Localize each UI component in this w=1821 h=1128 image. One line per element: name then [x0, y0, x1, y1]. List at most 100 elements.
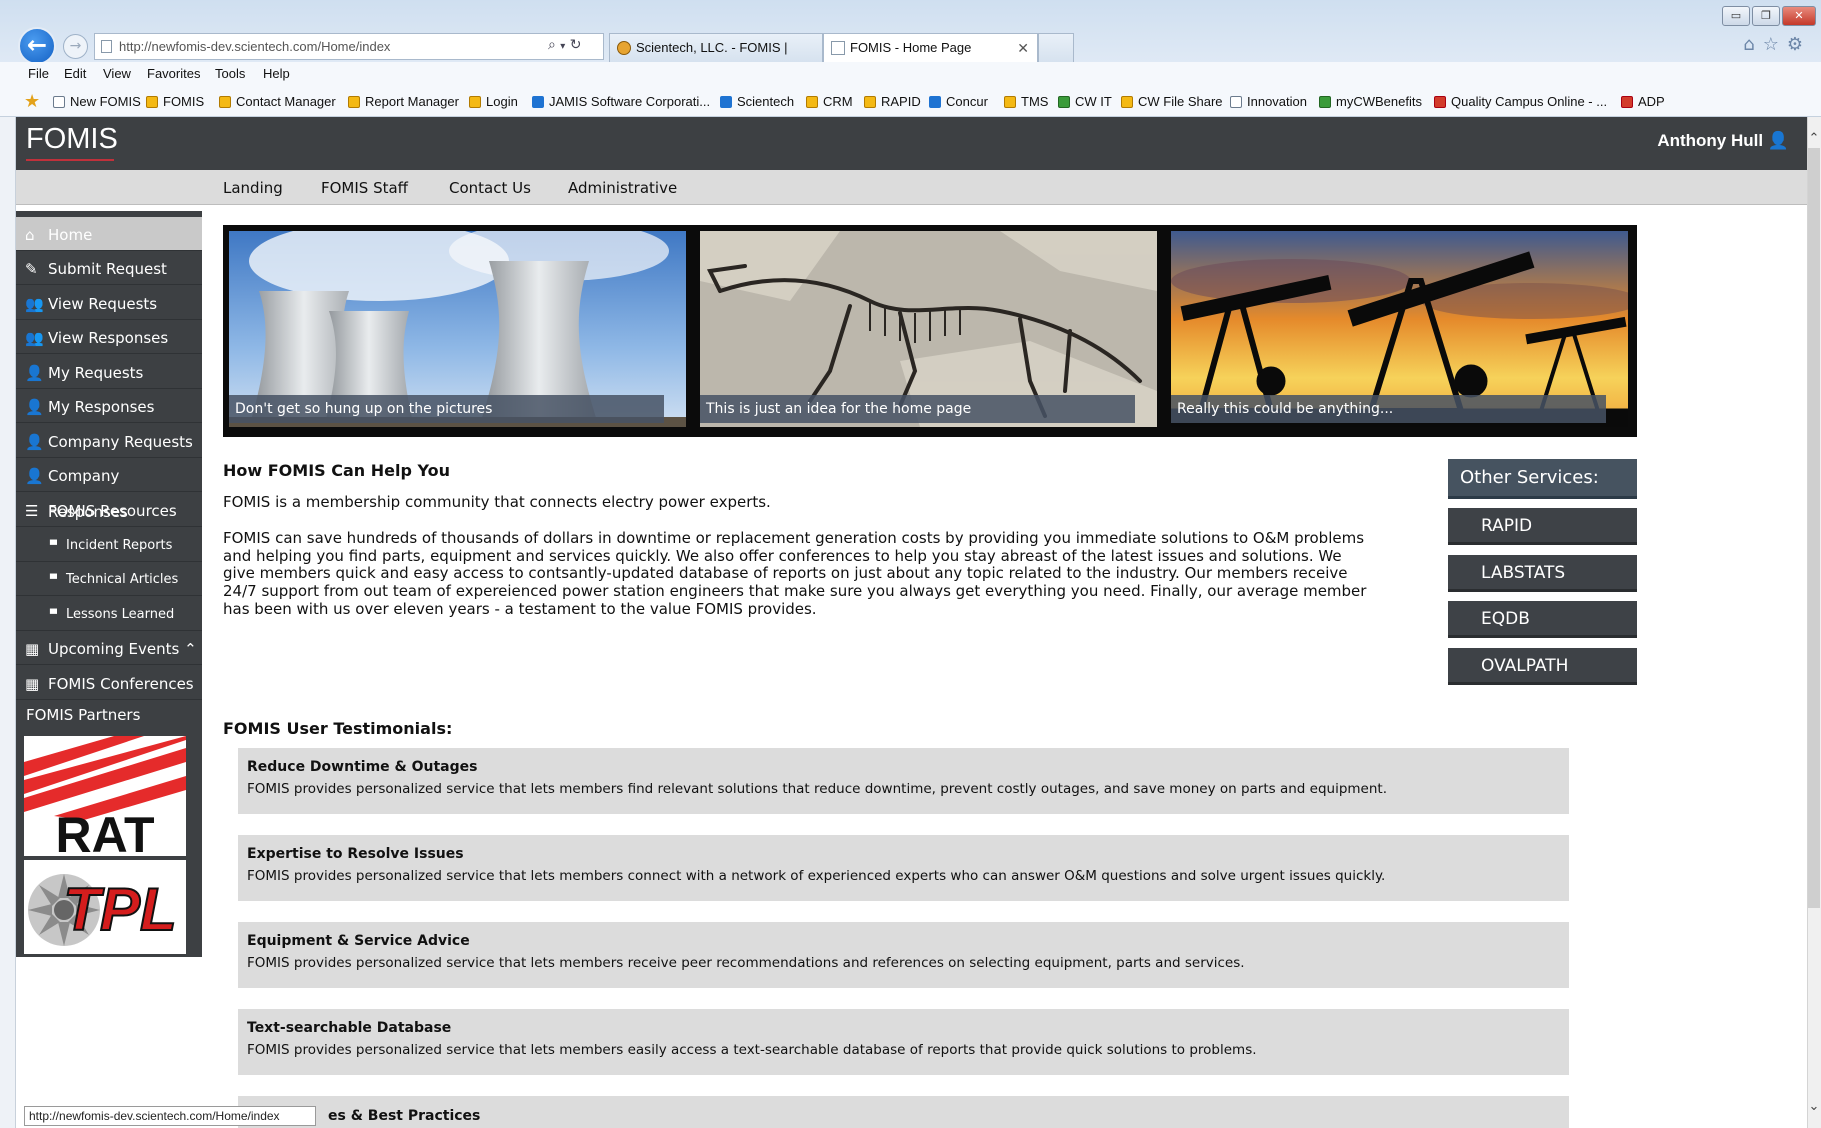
- service-button-rapid[interactable]: RAPID: [1448, 508, 1637, 545]
- carousel-slide-fossil[interactable]: This is just an idea for the home page: [700, 231, 1157, 427]
- fav-link[interactable]: CW File Share: [1121, 86, 1223, 117]
- address-bar[interactable]: http://newfomis-dev.scientech.com/Home/i…: [94, 33, 604, 60]
- calendar-icon: ▦: [25, 675, 40, 693]
- menu-tools[interactable]: Tools: [215, 62, 245, 86]
- fav-link[interactable]: Report Manager: [348, 86, 459, 117]
- image-carousel[interactable]: Don't get so hung up on the pictures Thi…: [223, 225, 1637, 437]
- dropdown-icon[interactable]: ▾: [560, 41, 565, 52]
- forward-button[interactable]: →: [63, 34, 88, 59]
- fav-link[interactable]: New FOMIS: [53, 86, 141, 117]
- sidebar-item-label: Submit Request: [48, 260, 167, 278]
- sidebar-item-company-responses[interactable]: 👤 Company Responses: [16, 458, 202, 521]
- ie-icon: [1004, 96, 1016, 108]
- sidebar-item-label: Lessons Learned: [66, 607, 175, 622]
- sidebar-item-label: Technical Articles: [66, 572, 179, 587]
- sidebar-item-home[interactable]: ⌂ Home: [16, 217, 202, 251]
- scrollbar-thumb[interactable]: [1808, 148, 1820, 908]
- back-button[interactable]: ←: [18, 27, 56, 65]
- testimonial-text: FOMIS provides personalized service that…: [247, 1042, 1257, 1058]
- menu-view[interactable]: View: [103, 62, 131, 86]
- nav-landing[interactable]: Landing: [223, 179, 283, 197]
- close-tab-icon[interactable]: ✕: [1017, 34, 1029, 62]
- sidebar-item-view-responses[interactable]: 👥 View Responses: [16, 320, 202, 354]
- partner-logo-text: RAT: [55, 807, 154, 856]
- menu-edit[interactable]: Edit: [64, 62, 86, 86]
- testimonial-title: Reduce Downtime & Outages: [247, 759, 478, 775]
- service-button-eqdb[interactable]: EQDB: [1448, 601, 1637, 638]
- fav-link[interactable]: Contact Manager: [219, 86, 336, 117]
- carousel-slide-oil-pumps[interactable]: Really this could be anything...: [1171, 231, 1628, 427]
- nav-fomis-staff[interactable]: FOMIS Staff: [321, 179, 408, 197]
- sidebar-item-lessons-learned[interactable]: ▀ Lessons Learned: [16, 597, 202, 631]
- restore-button[interactable]: ❐: [1752, 6, 1780, 26]
- partner-logo-tpl[interactable]: TPL: [24, 860, 186, 954]
- sidebar-item-technical-articles[interactable]: ▀ Technical Articles: [16, 562, 202, 596]
- menu-bar: File Edit View Favorites Tools Help: [0, 62, 1821, 86]
- partner-logo-rat[interactable]: RAT: [24, 736, 186, 856]
- testimonial-title: es & Best Practices: [328, 1108, 481, 1124]
- cwit-icon: [1058, 96, 1070, 108]
- partners-label: FOMIS Partners: [26, 706, 141, 724]
- add-favorite-star-icon[interactable]: ★: [24, 92, 40, 110]
- site-logo[interactable]: FOMIS: [26, 123, 118, 156]
- user-icon: 👤: [25, 433, 44, 451]
- menu-file[interactable]: File: [28, 62, 49, 86]
- user-name: Anthony Hull: [1657, 131, 1764, 150]
- search-icon[interactable]: ⌕: [548, 37, 556, 53]
- sidebar-item-company-requests[interactable]: 👤 Company Requests: [16, 424, 202, 458]
- pencil-icon: ✎: [25, 260, 38, 278]
- testimonial-card: Text-searchable Database FOMIS provides …: [238, 1009, 1569, 1075]
- home-icon[interactable]: ⌂: [1743, 34, 1762, 55]
- fav-link[interactable]: Login: [469, 86, 518, 117]
- carousel-caption: Really this could be anything...: [1171, 395, 1606, 423]
- fav-link[interactable]: Quality Campus Online - ...: [1434, 86, 1607, 117]
- service-button-labstats[interactable]: LABSTATS: [1448, 555, 1637, 592]
- carousel-slide-cooling-towers[interactable]: Don't get so hung up on the pictures: [229, 231, 686, 427]
- sidebar-item-fomis-resources[interactable]: ☰ FOMIS Resources: [16, 493, 202, 527]
- fav-link[interactable]: Scientech: [720, 86, 794, 117]
- fav-link[interactable]: ADP: [1621, 86, 1665, 117]
- fav-link[interactable]: CRM: [806, 86, 853, 117]
- refresh-icon[interactable]: ↻: [570, 37, 582, 53]
- fav-label: ADP: [1638, 94, 1665, 109]
- service-button-ovalpath[interactable]: OVALPATH: [1448, 648, 1637, 685]
- tpl-logo-graphic: TPL: [24, 860, 186, 954]
- status-url-tooltip: http://newfomis-dev.scientech.com/Home/i…: [24, 1106, 316, 1126]
- users-icon: 👥: [25, 329, 44, 347]
- minimize-button[interactable]: ▭: [1722, 6, 1750, 26]
- fav-link[interactable]: TMS: [1004, 86, 1048, 117]
- nav-contact-us[interactable]: Contact Us: [449, 179, 531, 197]
- menu-favorites[interactable]: Favorites: [147, 62, 200, 86]
- sidebar-item-submit-request[interactable]: ✎ Submit Request: [16, 251, 202, 285]
- fav-link[interactable]: FOMIS: [146, 86, 204, 117]
- scroll-down-arrow-icon[interactable]: ⌄: [1807, 1100, 1821, 1114]
- sidebar-item-incident-reports[interactable]: ▀ Incident Reports: [16, 528, 202, 562]
- fav-link[interactable]: RAPID: [864, 86, 921, 117]
- new-tab-button[interactable]: [1038, 33, 1074, 62]
- user-menu[interactable]: Anthony Hull 👤: [1657, 131, 1789, 151]
- adp-icon: [1621, 96, 1633, 108]
- tab-scientech-home[interactable]: Scientech, LLC. - FOMIS | Home: [609, 33, 823, 83]
- close-window-button[interactable]: ✕: [1782, 6, 1816, 26]
- scroll-up-arrow-icon[interactable]: ⌃: [1807, 132, 1821, 146]
- fav-link[interactable]: Innovation: [1230, 86, 1307, 117]
- sidebar-item-label: My Requests: [48, 364, 144, 382]
- sidebar-item-upcoming-events[interactable]: ▦ Upcoming Events ⌃: [16, 631, 202, 665]
- address-tools[interactable]: ⌕ ▾ ↻: [548, 33, 582, 58]
- sidebar-item-my-responses[interactable]: 👤 My Responses: [16, 389, 202, 423]
- fav-link[interactable]: Concur: [929, 86, 988, 117]
- sidebar-item-view-requests[interactable]: 👥 View Requests: [16, 286, 202, 320]
- fav-link[interactable]: JAMIS Software Corporati...: [532, 86, 710, 117]
- menu-help[interactable]: Help: [263, 62, 290, 86]
- quality-icon: [1434, 96, 1446, 108]
- nav-administrative[interactable]: Administrative: [568, 179, 677, 197]
- fav-link[interactable]: myCWBenefits: [1319, 86, 1422, 117]
- sidebar-item-my-requests[interactable]: 👤 My Requests: [16, 355, 202, 389]
- sidebar-item-fomis-conferences[interactable]: ▦ FOMIS Conferences: [16, 666, 202, 700]
- gear-icon[interactable]: ⚙: [1787, 34, 1811, 55]
- tab-fomis-home[interactable]: FOMIS - Home Page ✕: [823, 33, 1038, 62]
- intro-paragraph-line: has been with us over eleven years - a t…: [223, 600, 817, 618]
- fav-link[interactable]: CW IT: [1058, 86, 1112, 117]
- testimonial-card: es & Best Practices: [238, 1096, 1569, 1128]
- favorites-star-icon[interactable]: ☆: [1763, 34, 1787, 55]
